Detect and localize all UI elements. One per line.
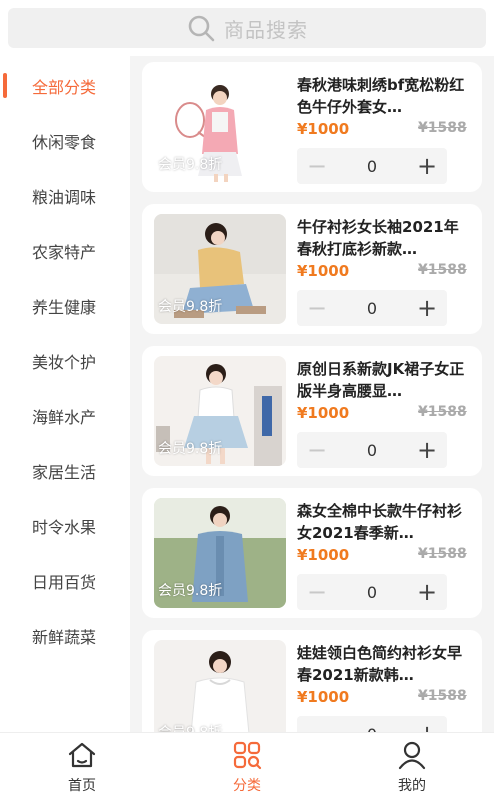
product-original-price: ¥1588 — [418, 404, 467, 420]
bottom-tab-bar: 首页 分类 我的 — [0, 732, 494, 794]
increase-button[interactable]: + — [407, 716, 447, 732]
member-discount-badge: 会员9.8折 — [158, 583, 223, 599]
product-photo — [154, 640, 286, 732]
sidebar-item-daily[interactable]: 日用百货 — [0, 553, 128, 608]
quantity-value: 0 — [367, 725, 377, 733]
sidebar-item-label: 海鲜水产 — [32, 407, 97, 427]
sidebar-item-health[interactable]: 养生健康 — [0, 278, 128, 333]
sidebar-item-label: 家居生活 — [32, 462, 97, 482]
decrease-button[interactable]: − — [297, 290, 337, 326]
member-discount-badge: 会员9.8折 — [158, 724, 228, 732]
tab-home[interactable]: 首页 — [0, 733, 164, 794]
product-original-price: ¥1588 — [418, 546, 467, 562]
sidebar-item-snacks[interactable]: 休闲零食 — [0, 113, 128, 168]
product-card[interactable]: 会员9.8折 春秋港味刺绣bf宽松粉红色牛仔外套女… ¥1000 ¥1588 −… — [142, 62, 482, 192]
product-title[interactable]: 森女全棉中长款牛仔衬衫女2021春季新… — [297, 500, 473, 544]
sidebar-item-label: 养生健康 — [32, 297, 97, 317]
quantity-value: 0 — [366, 298, 378, 318]
home-icon — [68, 742, 96, 768]
tab-mine-label: 我的 — [398, 778, 426, 794]
product-original-price: ¥1588 — [418, 262, 467, 278]
sidebar-item-label: 全部分类 — [32, 77, 97, 97]
quantity-stepper: − 0 + — [297, 290, 447, 326]
sidebar-item-vegetables[interactable]: 新鲜蔬菜 — [0, 608, 128, 663]
product-image[interactable]: 会员9.8折 — [154, 356, 286, 466]
product-price: ¥1000 — [297, 262, 350, 280]
product-price: ¥1000 — [297, 688, 350, 706]
sidebar-item-beauty[interactable]: 美妆个护 — [0, 333, 128, 388]
search-icon — [188, 15, 215, 42]
member-discount-badge: 会员9.8折 — [158, 441, 223, 457]
product-price: ¥1000 — [297, 546, 350, 564]
quantity-value: 0 — [366, 156, 378, 176]
sidebar-item-farm[interactable]: 农家特产 — [0, 223, 128, 278]
member-discount-badge: 会员9.8折 — [158, 157, 223, 173]
decrease-button[interactable]: − — [297, 716, 337, 732]
product-list: 会员9.8折 春秋港味刺绣bf宽松粉红色牛仔外套女… ¥1000 ¥1588 −… — [130, 56, 494, 732]
increase-button[interactable]: + — [407, 290, 447, 326]
tab-home-label: 首页 — [68, 778, 96, 794]
product-original-price: ¥1588 — [418, 120, 467, 136]
product-card[interactable]: 会员9.8折 原创日系新款JK裙子女正版半身高腰显… ¥1000 ¥1588 −… — [142, 346, 482, 476]
category-grid-icon — [233, 741, 262, 770]
increase-button[interactable]: + — [407, 432, 447, 468]
product-title[interactable]: 原创日系新款JK裙子女正版半身高腰显… — [297, 358, 473, 402]
product-image[interactable]: 会员9.8折 — [154, 640, 286, 732]
sidebar-item-label: 粮油调味 — [32, 187, 97, 207]
product-image[interactable]: 会员9.8折 — [154, 214, 286, 324]
tab-category[interactable]: 分类 — [165, 733, 329, 794]
product-image[interactable]: 会员9.8折 — [154, 72, 286, 182]
member-discount-badge: 会员9.8折 — [158, 299, 223, 315]
search-input[interactable]: 商品搜索 — [8, 8, 486, 48]
quantity-stepper: − 0 + — [297, 148, 447, 184]
sidebar-item-fruit[interactable]: 时令水果 — [0, 498, 128, 553]
sidebar-item-label: 时令水果 — [32, 517, 97, 537]
product-title[interactable]: 春秋港味刺绣bf宽松粉红色牛仔外套女… — [297, 74, 473, 118]
sidebar-item-seafood[interactable]: 海鲜水产 — [0, 388, 128, 443]
product-card[interactable]: 会员9.8折 娃娃领白色简约衬衫女早春2021新款韩… ¥1000 ¥1588 … — [142, 630, 482, 732]
quantity-value: 0 — [366, 440, 378, 460]
quantity-stepper: − 0 + — [297, 432, 447, 468]
quantity-stepper: − 0 + — [297, 574, 447, 610]
product-image[interactable]: 会员9.8折 — [154, 498, 286, 608]
sidebar-item-label: 农家特产 — [32, 242, 97, 262]
sidebar-item-label: 美妆个护 — [32, 352, 97, 372]
product-price: ¥1000 — [297, 120, 350, 138]
sidebar-item-all[interactable]: 全部分类 — [0, 58, 128, 113]
sidebar-item-label: 日用百货 — [32, 572, 97, 592]
product-title[interactable]: 牛仔衬衫女长袖2021年春秋打底衫新款… — [297, 216, 473, 260]
decrease-button[interactable]: − — [297, 148, 337, 184]
quantity-value: 0 — [366, 582, 378, 602]
tab-mine[interactable]: 我的 — [330, 733, 494, 794]
product-title[interactable]: 娃娃领白色简约衬衫女早春2021新款韩… — [297, 642, 473, 686]
product-original-price: ¥1588 — [418, 688, 467, 704]
product-card[interactable]: 会员9.8折 牛仔衬衫女长袖2021年春秋打底衫新款… ¥1000 ¥1588 … — [142, 204, 482, 334]
tab-category-label: 分类 — [233, 778, 261, 794]
sidebar-item-label: 休闲零食 — [32, 132, 97, 152]
product-card[interactable]: 会员9.8折 森女全棉中长款牛仔衬衫女2021春季新… ¥1000 ¥1588 … — [142, 488, 482, 618]
decrease-button[interactable]: − — [297, 432, 337, 468]
sidebar-item-label: 新鲜蔬菜 — [32, 627, 97, 647]
decrease-button[interactable]: − — [297, 574, 337, 610]
search-bar: 商品搜索 — [0, 0, 494, 56]
sidebar-item-grain-oil[interactable]: 粮油调味 — [0, 168, 128, 223]
user-icon — [398, 741, 426, 770]
sidebar-item-home[interactable]: 家居生活 — [0, 443, 128, 498]
category-sidebar: 全部分类 休闲零食 粮油调味 农家特产 养生健康 美妆个护 海鲜水产 家居生活 … — [0, 56, 128, 732]
product-price: ¥1000 — [297, 404, 350, 422]
increase-button[interactable]: + — [407, 148, 447, 184]
search-placeholder: 商品搜索 — [224, 17, 308, 42]
increase-button[interactable]: + — [407, 574, 447, 610]
quantity-stepper: − 0 + — [297, 716, 447, 732]
